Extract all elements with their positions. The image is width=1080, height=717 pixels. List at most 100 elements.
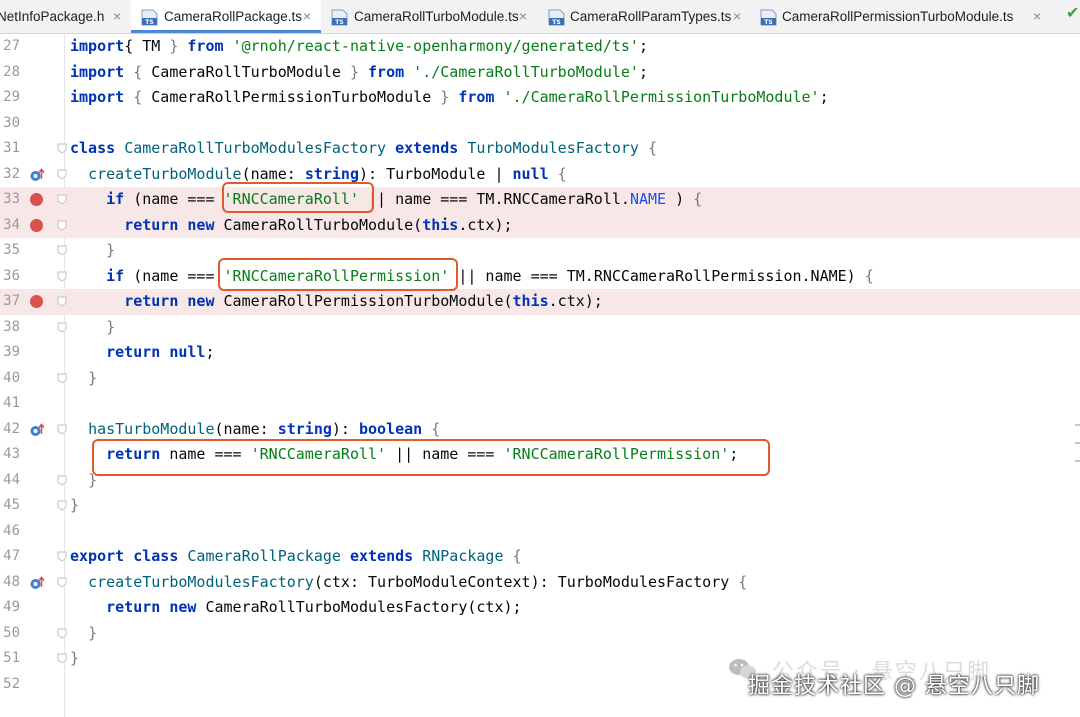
close-tab-icon[interactable]: × — [303, 0, 311, 33]
implements-method-icon[interactable] — [29, 422, 45, 438]
fold-marker-icon[interactable] — [57, 500, 67, 511]
code-text[interactable]: if (name === 'RNCCameraRollPermission' |… — [70, 264, 874, 290]
breakpoint-icon[interactable] — [30, 295, 43, 308]
line-number[interactable]: 47 — [0, 544, 20, 570]
code-text[interactable]: if (name === 'RNCCameraRoll' || name ===… — [70, 187, 702, 213]
code-token: { — [864, 266, 874, 285]
code-token: { — [729, 572, 748, 591]
close-tab-icon[interactable]: × — [113, 0, 121, 33]
fold-marker-icon[interactable] — [57, 373, 67, 384]
implements-method-icon[interactable] — [29, 167, 45, 183]
tab-netinfopackage-h[interactable]: NetInfoPackage.h × — [0, 0, 131, 33]
line-number[interactable]: 34 — [0, 213, 20, 239]
code-text[interactable]: } — [70, 238, 115, 264]
ts-file-icon: TS — [141, 9, 158, 26]
line-number[interactable]: 29 — [0, 85, 20, 111]
fold-marker-icon[interactable] — [57, 551, 67, 562]
code-text[interactable]: createTurboModulesFactory(ctx: TurboModu… — [70, 570, 747, 596]
fold-marker-icon[interactable] — [57, 424, 67, 435]
line-number[interactable]: 38 — [0, 315, 20, 341]
close-tab-icon[interactable]: × — [519, 0, 527, 33]
fold-marker-icon[interactable] — [57, 271, 67, 282]
tab-camerarollpackage-ts[interactable]: TS CameraRollPackage.ts × — [131, 0, 321, 33]
breakpoint-icon[interactable] — [30, 218, 43, 232]
code-text[interactable]: return null; — [70, 340, 214, 366]
code-text[interactable]: return new CameraRollTurboModulesFactory… — [70, 595, 521, 621]
inspection-ok-icon[interactable]: ✔ — [1066, 3, 1079, 22]
fold-marker-icon[interactable] — [57, 577, 67, 588]
fold-marker-icon[interactable] — [57, 169, 67, 180]
tab-camerarollparamtypes-ts[interactable]: TS CameraRollParamTypes.ts × — [538, 0, 750, 33]
code-text[interactable]: } — [70, 621, 97, 647]
code-token: ): — [359, 164, 387, 183]
code-text[interactable]: export class CameraRollPackage extends R… — [70, 544, 522, 570]
line-number[interactable]: 31 — [0, 136, 20, 162]
line-number[interactable]: 33 — [0, 187, 20, 213]
highlight-box-rnccameraroll — [222, 182, 374, 213]
line-number[interactable]: 51 — [0, 646, 20, 672]
code-text[interactable]: import { CameraRollPermissionTurboModule… — [70, 85, 829, 111]
line-number[interactable]: 27 — [0, 34, 20, 60]
svg-text:TS: TS — [552, 19, 560, 26]
code-text[interactable]: import{ TM } from '@rnoh/react-native-op… — [70, 34, 648, 60]
line-number[interactable]: 45 — [0, 493, 20, 519]
breakpoint-icon[interactable] — [30, 193, 43, 206]
close-tab-icon[interactable]: × — [733, 0, 741, 33]
code-token: { — [503, 547, 522, 565]
fold-marker-icon[interactable] — [57, 143, 67, 154]
code-text[interactable]: return new CameraRollPermissionTurboModu… — [70, 289, 603, 315]
code-token: } — [70, 496, 80, 514]
close-tab-icon[interactable]: × — [1033, 0, 1041, 33]
line-number[interactable]: 40 — [0, 366, 20, 392]
ts-file-icon: TS — [760, 9, 777, 26]
line-number[interactable]: 44 — [0, 468, 20, 494]
implements-method-icon[interactable] — [29, 575, 45, 591]
line-number[interactable]: 39 — [0, 340, 20, 366]
line-number[interactable]: 41 — [0, 391, 20, 417]
line-number[interactable]: 46 — [0, 519, 20, 545]
line-number[interactable]: 36 — [0, 264, 20, 290]
line-number[interactable]: 35 — [0, 238, 20, 264]
fold-marker-icon[interactable] — [57, 475, 67, 486]
line-number[interactable]: 49 — [0, 595, 20, 621]
fold-marker-icon[interactable] — [57, 220, 67, 231]
code-token: CameraRollTurboModule( — [214, 215, 423, 234]
line-number[interactable]: 32 — [0, 162, 20, 188]
fold-marker-icon[interactable] — [57, 194, 67, 205]
fold-marker-icon[interactable] — [57, 322, 67, 333]
line-number[interactable]: 50 — [0, 621, 20, 647]
code-text[interactable]: import { CameraRollTurboModule } from '.… — [70, 60, 648, 86]
fold-marker-icon[interactable] — [57, 628, 67, 639]
line-number[interactable]: 37 — [0, 289, 20, 315]
code-text[interactable]: return new CameraRollTurboModule(this.ct… — [70, 213, 512, 239]
fold-marker-icon[interactable] — [57, 296, 67, 307]
code-line-37: 37 return new CameraRollPermissionTurboM… — [0, 289, 1080, 315]
fold-marker-icon[interactable] — [57, 653, 67, 664]
code-line-34: 34 return new CameraRollTurboModule(this… — [0, 212, 1080, 239]
line-number[interactable]: 43 — [0, 442, 20, 468]
line-number[interactable]: 30 — [0, 111, 20, 137]
code-token: .NAME) — [801, 266, 865, 285]
line-number[interactable]: 28 — [0, 60, 20, 86]
tab-camerarollturbomodule-ts[interactable]: TS CameraRollTurboModule.ts × — [321, 0, 538, 33]
code-text[interactable]: } — [70, 315, 115, 341]
code-token: createTurboModule — [88, 164, 242, 183]
code-token: CameraRollPermissionTurboModule( — [214, 292, 513, 310]
line-number[interactable]: 42 — [0, 417, 20, 443]
code-text[interactable]: } — [70, 493, 79, 519]
code-editor[interactable]: 27 import{ TM } from '@rnoh/react-native-… — [0, 34, 1080, 717]
svg-text:TS: TS — [764, 19, 772, 26]
code-token: RNCCameraRollPermission — [593, 266, 802, 285]
code-text[interactable]: } — [70, 366, 97, 392]
code-text[interactable]: class CameraRollTurboModulesFactory exte… — [70, 136, 657, 162]
code-token: TM — [142, 37, 161, 55]
tab-camerarollpermissionturbomodule-ts[interactable]: TS CameraRollPermissionTurboModule.ts × — [750, 0, 1080, 33]
code-text[interactable]: } — [70, 646, 79, 672]
line-number[interactable]: 48 — [0, 570, 20, 596]
line-number[interactable]: 52 — [0, 672, 20, 698]
fold-marker-icon[interactable] — [57, 245, 67, 256]
code-line-38: 38 } — [0, 315, 1080, 341]
